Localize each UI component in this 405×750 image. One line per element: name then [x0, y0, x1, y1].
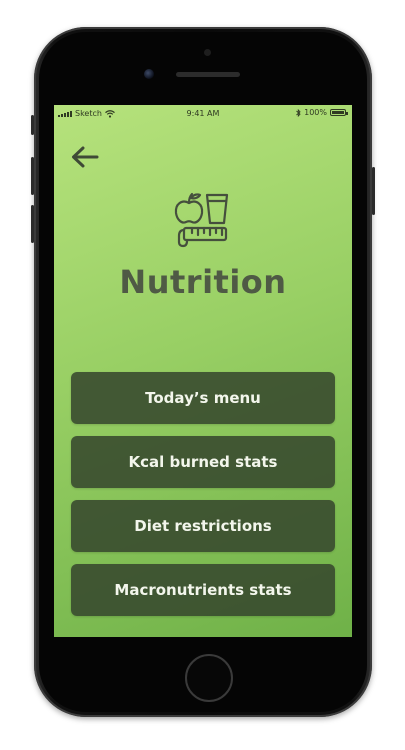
- kcal-burned-stats-button[interactable]: Kcal burned stats: [71, 436, 335, 488]
- nutrition-icon: [174, 192, 229, 248]
- volume-up-button: [31, 157, 34, 195]
- battery-icon: [330, 109, 348, 116]
- back-button[interactable]: [68, 143, 102, 171]
- page-title: Nutrition: [119, 263, 287, 301]
- earpiece-speaker: [176, 72, 240, 77]
- volume-down-button: [31, 205, 34, 243]
- front-camera: [144, 69, 154, 79]
- power-button: [372, 167, 375, 215]
- macronutrients-stats-button[interactable]: Macronutrients stats: [71, 564, 335, 616]
- todays-menu-button[interactable]: Today’s menu: [71, 372, 335, 424]
- proximity-sensor: [204, 49, 211, 56]
- home-button[interactable]: [185, 654, 233, 702]
- status-bar: Sketch 9:41 AM 100%: [54, 105, 352, 123]
- app-screen: Sketch 9:41 AM 100% Nutrition Today’s me…: [54, 105, 352, 637]
- diet-restrictions-button[interactable]: Diet restrictions: [71, 500, 335, 552]
- battery-percent: 100%: [304, 108, 327, 117]
- bluetooth-icon: [296, 108, 301, 117]
- status-battery-group: 100%: [296, 108, 348, 117]
- nutrition-menu: Today’s menu Kcal burned stats Diet rest…: [71, 372, 335, 628]
- arrow-left-icon: [72, 146, 99, 168]
- mute-switch: [31, 115, 34, 135]
